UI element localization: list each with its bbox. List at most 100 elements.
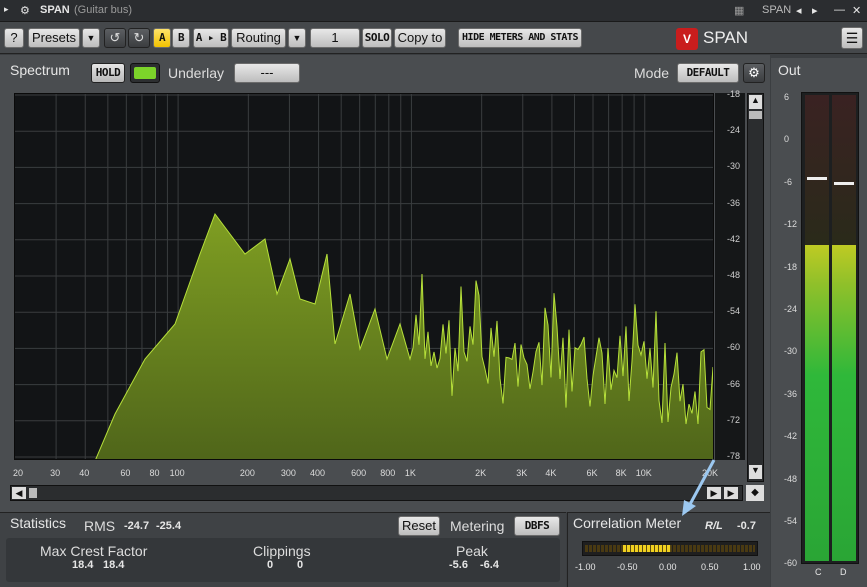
out-tick-label: -24 <box>784 304 798 314</box>
freq-tick-label: 8K <box>615 468 627 478</box>
scroll-right-end-icon[interactable]: ▶ <box>724 487 738 499</box>
redo-icon[interactable]: ↻ <box>128 28 150 48</box>
clippings-label: Clippings <box>253 543 311 559</box>
correlation-tick-label: 0.00 <box>659 562 677 572</box>
menu-icon[interactable]: ☰ <box>841 27 863 49</box>
horizontal-scrollbar[interactable]: ◀ ▶ ▶ <box>10 485 743 501</box>
freq-tick-label: 100 <box>169 468 185 478</box>
peak-left-value: -5.6 <box>449 559 468 571</box>
grid-icon[interactable]: ▦ <box>734 4 744 17</box>
clippings-left-value: 0 <box>267 559 274 571</box>
freq-tick-label: 1K <box>404 468 416 478</box>
hold-toggle[interactable] <box>130 63 160 83</box>
correlation-bar <box>582 541 758 556</box>
peak-label: Peak <box>456 543 488 559</box>
plugin-name: SPAN <box>762 4 792 16</box>
undo-icon[interactable]: ↺ <box>104 28 126 48</box>
rl-label: R/L <box>705 520 723 532</box>
spectrum-graph <box>15 94 713 459</box>
horizontal-scroll-thumb[interactable] <box>29 488 37 498</box>
out-label: Out <box>778 62 801 78</box>
freq-tick-label: 60 <box>120 468 131 478</box>
correlation-fill <box>623 545 671 552</box>
freq-tick-label: 30 <box>50 468 61 478</box>
correlation-label: Correlation Meter <box>573 515 682 531</box>
freq-tick-label: 2K <box>475 468 487 478</box>
channel-select[interactable]: 1 <box>310 28 360 48</box>
spectrum-plot[interactable] <box>14 93 714 460</box>
copy-to-button[interactable]: Copy to <box>394 28 446 48</box>
db-tick-label: -66 <box>727 378 741 389</box>
metering-select[interactable]: DBFS <box>514 516 560 536</box>
preset-b-button[interactable]: B <box>172 28 190 48</box>
metering-label: Metering <box>450 518 505 534</box>
out-tick-label: -6 <box>784 176 793 187</box>
vertical-scrollbar[interactable]: ▲ ▼ <box>747 93 764 482</box>
crest-left-value: 18.4 <box>72 559 94 571</box>
scroll-down-icon[interactable]: ▼ <box>749 465 762 479</box>
db-tick-label: -78 <box>727 451 741 461</box>
preset-a-button[interactable]: A <box>153 28 171 48</box>
db-tick-label: -72 <box>727 414 741 425</box>
freq-tick-label: 3K <box>516 468 528 478</box>
freq-tick-label: 20 <box>12 468 24 478</box>
meter-d-headroom <box>832 95 856 245</box>
freq-tick-label: 10K <box>635 468 652 478</box>
copy-a-to-b-button[interactable]: A ▸ B <box>193 28 229 48</box>
mode-select[interactable]: DEFAULT <box>677 63 739 83</box>
freq-tick-label: 800 <box>380 468 396 478</box>
prev-icon[interactable]: ◂ <box>796 4 802 17</box>
freq-tick-label: 300 <box>280 468 296 478</box>
scroll-up-icon[interactable]: ▲ <box>749 95 762 109</box>
close-icon[interactable]: ✕ <box>852 4 861 17</box>
routing-dropdown-icon[interactable]: ▼ <box>288 28 306 48</box>
freq-tick-label: 80 <box>149 468 160 478</box>
rms-right-value: -25.4 <box>156 520 182 532</box>
out-tick-label: -30 <box>784 346 798 357</box>
meter-channel-c <box>805 224 829 561</box>
freq-tick-label: 6K <box>586 468 598 478</box>
mode-label: Mode <box>634 65 670 81</box>
routing-button[interactable]: Routing <box>231 28 286 48</box>
gear-icon[interactable]: ⚙ <box>20 4 30 17</box>
presets-dropdown-icon[interactable]: ▼ <box>82 28 100 48</box>
fit-view-icon[interactable]: ◆ <box>746 485 764 501</box>
arrow-annotation-icon <box>682 459 716 516</box>
crest-label: Max Crest Factor <box>40 543 148 559</box>
crest-right-value: 18.4 <box>103 559 125 571</box>
freq-tick-label: 4K <box>545 468 557 478</box>
vertical-scroll-thumb[interactable] <box>749 111 762 119</box>
db-scale: -18 -24 -30 -36 -42 -48 -54 -60 -66 -72 -78 <box>715 89 745 461</box>
db-tick-label: -54 <box>727 306 741 317</box>
db-tick-label: -24 <box>727 125 741 136</box>
presets-button[interactable]: Presets <box>28 28 80 48</box>
out-tick-label: -18 <box>784 261 798 272</box>
db-tick-label: -30 <box>727 161 741 172</box>
solo-button[interactable]: SOLO <box>362 28 392 48</box>
minimize-icon[interactable]: — <box>834 4 845 16</box>
hide-meters-button[interactable]: HIDE METERS AND STATS <box>458 28 582 48</box>
collapse-arrow-icon[interactable]: ▸ <box>4 4 9 15</box>
out-tick-label: 0 <box>784 134 790 145</box>
settings-gear-icon[interactable]: ⚙ <box>743 63 765 83</box>
out-tick-label: -48 <box>784 473 798 484</box>
out-tick-label: -36 <box>784 388 798 399</box>
meter-channel-d <box>832 224 856 561</box>
next-icon[interactable]: ▸ <box>812 4 818 17</box>
rms-label: RMS <box>84 518 116 534</box>
app-title: SPAN <box>40 4 70 16</box>
reset-button[interactable]: Reset <box>398 516 440 536</box>
scroll-left-icon[interactable]: ◀ <box>12 487 26 499</box>
db-tick-label: -60 <box>727 342 741 353</box>
hold-button[interactable]: HOLD <box>91 63 125 83</box>
underlay-select[interactable]: --- <box>234 63 300 83</box>
app-subtitle: (Guitar bus) <box>74 4 133 16</box>
rl-value: -0.7 <box>737 520 756 532</box>
rms-left-value: -24.7 <box>124 520 150 532</box>
out-tick-label: 6 <box>784 92 790 102</box>
freq-tick-label: 400 <box>310 468 326 478</box>
toolbar: ? Presets ▼ ↺ ↻ A B A ▸ B Routing ▼ 1 SO… <box>0 22 867 54</box>
output-meter <box>801 92 859 564</box>
peak-right-value: -6.4 <box>480 559 499 571</box>
help-button[interactable]: ? <box>4 28 24 48</box>
